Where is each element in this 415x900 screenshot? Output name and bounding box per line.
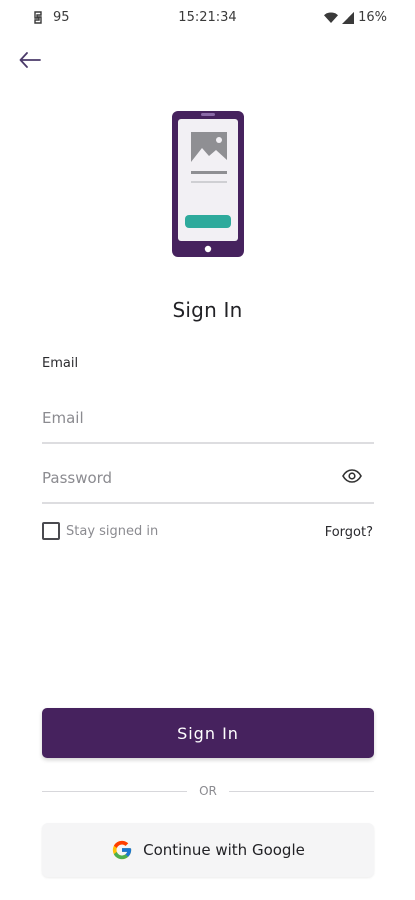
continue-with-google-button[interactable]: Continue with Google (42, 823, 374, 877)
checkbox-box[interactable] (42, 522, 60, 540)
phone-illustration-icon (171, 110, 245, 258)
sign-in-button[interactable]: Sign In (42, 708, 374, 758)
status-bar: 95 15:21:34 16% (0, 0, 415, 36)
page-title: Sign In (172, 298, 243, 322)
email-field-wrapper (42, 398, 374, 444)
status-right: 16% (324, 10, 387, 25)
google-button-label: Continue with Google (143, 841, 305, 859)
arrow-left-icon (19, 52, 41, 68)
stay-signed-in-checkbox[interactable]: Stay signed in (42, 522, 158, 540)
password-input[interactable] (42, 458, 374, 498)
back-button[interactable] (16, 48, 44, 72)
or-divider: OR (42, 782, 375, 800)
email-label: Email (42, 356, 79, 371)
google-g-icon (111, 839, 133, 861)
signal-icon (342, 11, 355, 24)
battery-level: 16% (358, 10, 387, 25)
show-password-button[interactable] (340, 464, 364, 488)
divider-line-left (42, 790, 188, 792)
or-text: OR (199, 784, 217, 798)
password-field-wrapper (42, 458, 374, 504)
wifi-icon (324, 12, 339, 24)
eye-icon (342, 469, 362, 483)
divider-line-right (228, 790, 375, 792)
stay-signed-in-label: Stay signed in (66, 523, 159, 539)
forgot-password-link[interactable]: Forgot? (325, 525, 373, 540)
email-input[interactable] (42, 398, 374, 438)
